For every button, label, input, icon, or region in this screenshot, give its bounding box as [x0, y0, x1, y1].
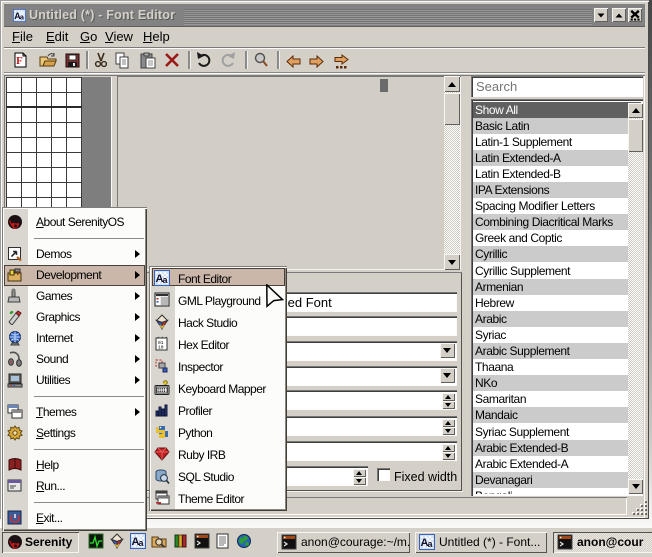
- svg-text:10: 10: [158, 344, 164, 350]
- svg-text:F: F: [16, 55, 23, 67]
